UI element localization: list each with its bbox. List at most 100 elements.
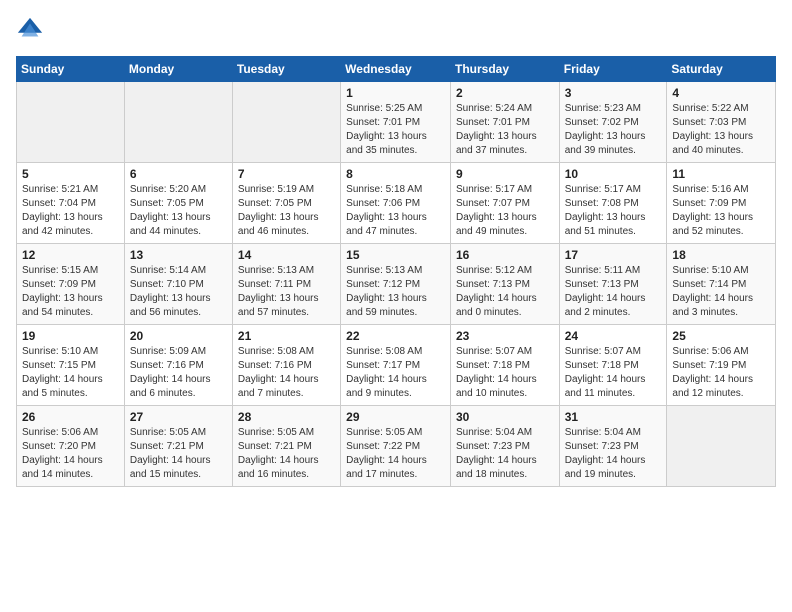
calendar-cell: 21Sunrise: 5:08 AM Sunset: 7:16 PM Dayli… [232,325,340,406]
day-info: Sunrise: 5:09 AM Sunset: 7:16 PM Dayligh… [130,345,227,401]
day-number: 5 [22,167,119,181]
logo-icon [16,16,44,44]
week-row-5: 26 Sunrise: 5:06 AM Sunset: 7:20 PM Dayli… [17,406,776,487]
calendar-cell [232,82,340,163]
day-number: 29 [346,410,445,424]
day-number: 8 [346,167,445,181]
day-info: Sunrise: 5:22 AM Sunset: 7:03 PM Dayligh… [672,102,770,158]
day-number: 12 [22,248,119,262]
day-info: Sunrise: 5:16 AM Sunset: 7:09 PM Dayligh… [672,183,770,239]
calendar-cell: 28 Sunrise: 5:05 AM Sunset: 7:21 PM Dayli… [232,406,340,487]
day-number: 31 [565,410,662,424]
day-number: 21 [238,329,335,343]
day-info: Sunrise: 5:14 AM Sunset: 7:10 PM Dayligh… [130,264,227,320]
day-number: 24 [565,329,662,343]
day-info: Sunrise: 5:10 AM Sunset: 7:15 PM Dayligh… [22,345,119,401]
calendar-cell [124,82,232,163]
day-info: Sunrise: 5:05 AM Sunset: 7:21 PM Dayligh… [238,426,335,482]
week-row-3: 12 Sunrise: 5:15 AM Sunset: 7:09 PM Dayli… [17,244,776,325]
day-number: 1 [346,86,445,100]
day-number: 11 [672,167,770,181]
day-number: 25 [672,329,770,343]
calendar-cell: 30 Sunrise: 5:04 AM Sunset: 7:23 PM Dayli… [450,406,559,487]
weekday-header-row: SundayMondayTuesdayWednesdayThursdayFrid… [17,57,776,82]
calendar-cell: 9 Sunrise: 5:17 AM Sunset: 7:07 PM Daylig… [450,163,559,244]
calendar-cell: 25 Sunrise: 5:06 AM Sunset: 7:19 PM Dayli… [667,325,776,406]
calendar-cell: 14 Sunrise: 5:13 AM Sunset: 7:11 PM Dayli… [232,244,340,325]
calendar-cell: 4 Sunrise: 5:22 AM Sunset: 7:03 PM Daylig… [667,82,776,163]
page-header [16,16,776,44]
day-number: 20 [130,329,227,343]
day-info: Sunrise: 5:11 AM Sunset: 7:13 PM Dayligh… [565,264,662,320]
day-info: Sunrise: 5:05 AM Sunset: 7:22 PM Dayligh… [346,426,445,482]
calendar-cell: 24 Sunrise: 5:07 AM Sunset: 7:18 PM Dayli… [559,325,667,406]
calendar-cell: 8 Sunrise: 5:18 AM Sunset: 7:06 PM Daylig… [341,163,451,244]
day-info: Sunrise: 5:23 AM Sunset: 7:02 PM Dayligh… [565,102,662,158]
day-info: Sunrise: 5:13 AM Sunset: 7:12 PM Dayligh… [346,264,445,320]
weekday-header-wednesday: Wednesday [341,57,451,82]
day-info: Sunrise: 5:12 AM Sunset: 7:13 PM Dayligh… [456,264,554,320]
day-info: Sunrise: 5:24 AM Sunset: 7:01 PM Dayligh… [456,102,554,158]
day-info: Sunrise: 5:06 AM Sunset: 7:19 PM Dayligh… [672,345,770,401]
day-info: Sunrise: 5:07 AM Sunset: 7:18 PM Dayligh… [456,345,554,401]
day-number: 6 [130,167,227,181]
weekday-header-saturday: Saturday [667,57,776,82]
day-info: Sunrise: 5:13 AM Sunset: 7:11 PM Dayligh… [238,264,335,320]
day-number: 27 [130,410,227,424]
day-info: Sunrise: 5:15 AM Sunset: 7:09 PM Dayligh… [22,264,119,320]
calendar-cell: 31 Sunrise: 5:04 AM Sunset: 7:23 PM Dayli… [559,406,667,487]
day-info: Sunrise: 5:04 AM Sunset: 7:23 PM Dayligh… [456,426,554,482]
day-number: 23 [456,329,554,343]
weekday-header-friday: Friday [559,57,667,82]
calendar-cell: 16Sunrise: 5:12 AM Sunset: 7:13 PM Dayli… [450,244,559,325]
day-info: Sunrise: 5:20 AM Sunset: 7:05 PM Dayligh… [130,183,227,239]
calendar-cell: 27Sunrise: 5:05 AM Sunset: 7:21 PM Dayli… [124,406,232,487]
calendar-cell: 13Sunrise: 5:14 AM Sunset: 7:10 PM Dayli… [124,244,232,325]
calendar-cell: 12 Sunrise: 5:15 AM Sunset: 7:09 PM Dayli… [17,244,125,325]
day-info: Sunrise: 5:17 AM Sunset: 7:08 PM Dayligh… [565,183,662,239]
calendar-cell: 11 Sunrise: 5:16 AM Sunset: 7:09 PM Dayli… [667,163,776,244]
day-info: Sunrise: 5:19 AM Sunset: 7:05 PM Dayligh… [238,183,335,239]
day-number: 9 [456,167,554,181]
day-info: Sunrise: 5:04 AM Sunset: 7:23 PM Dayligh… [565,426,662,482]
day-number: 10 [565,167,662,181]
calendar-cell: 10 Sunrise: 5:17 AM Sunset: 7:08 PM Dayli… [559,163,667,244]
day-info: Sunrise: 5:25 AM Sunset: 7:01 PM Dayligh… [346,102,445,158]
logo [16,16,48,44]
day-number: 14 [238,248,335,262]
day-number: 18 [672,248,770,262]
day-info: Sunrise: 5:07 AM Sunset: 7:18 PM Dayligh… [565,345,662,401]
calendar-cell: 6 Sunrise: 5:20 AM Sunset: 7:05 PM Daylig… [124,163,232,244]
weekday-header-monday: Monday [124,57,232,82]
day-number: 3 [565,86,662,100]
week-row-4: 19 Sunrise: 5:10 AM Sunset: 7:15 PM Dayli… [17,325,776,406]
calendar-cell: 7Sunrise: 5:19 AM Sunset: 7:05 PM Daylig… [232,163,340,244]
day-number: 26 [22,410,119,424]
day-info: Sunrise: 5:17 AM Sunset: 7:07 PM Dayligh… [456,183,554,239]
weekday-header-tuesday: Tuesday [232,57,340,82]
day-number: 4 [672,86,770,100]
weekday-header-sunday: Sunday [17,57,125,82]
day-info: Sunrise: 5:08 AM Sunset: 7:17 PM Dayligh… [346,345,445,401]
week-row-2: 5Sunrise: 5:21 AM Sunset: 7:04 PM Daylig… [17,163,776,244]
calendar-cell: 19 Sunrise: 5:10 AM Sunset: 7:15 PM Dayli… [17,325,125,406]
calendar-body: 1 Sunrise: 5:25 AM Sunset: 7:01 PM Daylig… [17,82,776,487]
day-info: Sunrise: 5:06 AM Sunset: 7:20 PM Dayligh… [22,426,119,482]
calendar-cell [667,406,776,487]
day-number: 2 [456,86,554,100]
day-number: 22 [346,329,445,343]
calendar-cell: 1 Sunrise: 5:25 AM Sunset: 7:01 PM Daylig… [341,82,451,163]
day-number: 30 [456,410,554,424]
day-info: Sunrise: 5:10 AM Sunset: 7:14 PM Dayligh… [672,264,770,320]
weekday-header-thursday: Thursday [450,57,559,82]
calendar-cell: 3 Sunrise: 5:23 AM Sunset: 7:02 PM Daylig… [559,82,667,163]
day-number: 19 [22,329,119,343]
calendar-cell: 5Sunrise: 5:21 AM Sunset: 7:04 PM Daylig… [17,163,125,244]
calendar-cell [17,82,125,163]
calendar-cell: 18 Sunrise: 5:10 AM Sunset: 7:14 PM Dayli… [667,244,776,325]
calendar-cell: 15Sunrise: 5:13 AM Sunset: 7:12 PM Dayli… [341,244,451,325]
day-info: Sunrise: 5:18 AM Sunset: 7:06 PM Dayligh… [346,183,445,239]
calendar-cell: 26 Sunrise: 5:06 AM Sunset: 7:20 PM Dayli… [17,406,125,487]
calendar-cell: 23 Sunrise: 5:07 AM Sunset: 7:18 PM Dayli… [450,325,559,406]
day-number: 28 [238,410,335,424]
